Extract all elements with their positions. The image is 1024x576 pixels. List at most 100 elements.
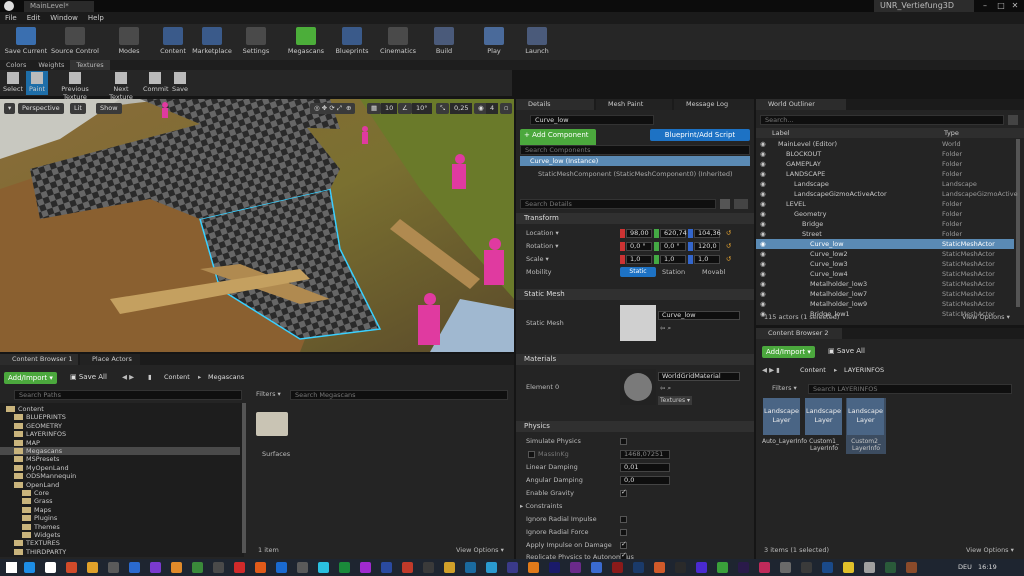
visibility-eye-icon[interactable]: ◉ [760,309,766,319]
menu-help[interactable]: Help [83,12,109,24]
outliner-row[interactable]: ◉ Metalholder_low9 StaticMeshActor [756,299,1014,309]
add-import-button[interactable]: Add/Import ▾ [4,372,57,384]
taskbar-app-icon[interactable] [528,562,539,573]
taskbar-app-icon[interactable] [843,562,854,573]
taskbar-app-icon[interactable] [150,562,161,573]
constraints-label[interactable]: ▸ Constraints [520,502,562,511]
taskbar-app-icon[interactable] [717,562,728,573]
layerinfo-asset[interactable]: Landscape Layer Custom2_ LayerInfo [846,398,886,454]
search-paths-input[interactable]: Search Paths [14,390,242,400]
taskbar-app-icon[interactable] [738,562,749,573]
transform-section[interactable]: Transform [516,213,754,224]
outliner-row[interactable]: ◉ LEVEL Folder [756,199,1014,209]
taskbar-app-icon[interactable] [465,562,476,573]
visibility-eye-icon[interactable]: ◉ [760,229,766,239]
folder-tree-item[interactable]: GEOMETRY [0,422,240,430]
visibility-eye-icon[interactable]: ◉ [760,219,766,229]
view-options-button[interactable]: View Options ▾ [456,546,504,555]
content-button[interactable]: Content [156,25,190,55]
taskbar-app-icon[interactable] [339,562,350,573]
static-mesh-thumbnail[interactable] [620,305,656,341]
taskbar-app-icon[interactable] [402,562,413,573]
paint-tool-select[interactable]: Select [2,71,24,95]
blueprints-button[interactable]: Blueprints [334,25,370,55]
transform-tools[interactable]: ◎ ✥ ⟳ ⤢ [310,103,346,114]
cb2-history-nav[interactable]: ◀ ▶ ▮ [762,366,780,375]
tab-mesh-paint[interactable]: Mesh Paint [596,99,672,110]
folder-tree-item[interactable]: THIRDPARTY [0,548,240,556]
grid-snap-icon[interactable]: ▦ [367,103,382,114]
paint-tool-next-texture[interactable]: Next Texture [102,71,140,101]
paint-tool-save[interactable]: Save [170,71,190,95]
visibility-eye-icon[interactable]: ◉ [760,169,766,179]
taskbar-app-icon[interactable] [192,562,203,573]
component-instance[interactable]: Curve_low (Instance) [520,156,750,166]
cb2-path-content[interactable]: Content [800,366,826,375]
rotation-label[interactable]: Rotation ▾ [526,242,559,251]
taskbar-app-icon[interactable] [822,562,833,573]
scale-z-field[interactable]: 1,0 [694,255,720,264]
outliner-row[interactable]: ◉ Metalholder_low7 StaticMeshActor [756,289,1014,299]
ignore-radial-force-checkbox[interactable] [620,529,627,536]
surfaces-folder-icon[interactable] [256,412,288,436]
cb2-path-layerinfos[interactable]: LAYERINFOS [844,366,884,375]
show-button[interactable]: Show [96,103,122,114]
megascans-button[interactable]: Megascans [286,25,326,55]
taskbar-app-icon[interactable] [864,562,875,573]
reset-location-icon[interactable]: ↺ [726,229,731,238]
rotation-x-field[interactable]: 0,0 ° [626,242,652,251]
paint-tool-commit[interactable]: Commit [143,71,169,95]
outliner-settings-icon[interactable] [1008,115,1018,125]
outliner-row[interactable]: ◉ Landscape Landscape [756,179,1014,189]
paint-tool-paint[interactable]: Paint [26,71,48,95]
tree-scrollbar[interactable] [242,403,246,553]
taskbar-app-icon[interactable] [171,562,182,573]
eye-icon[interactable] [734,199,748,209]
layerinfo-asset[interactable]: Landscape Layer Auto_LayerInfo [762,398,807,454]
taskbar-app-icon[interactable] [696,562,707,573]
scale-snap-icon[interactable]: ⤡ [436,103,450,114]
path-content[interactable]: Content [164,373,190,382]
apply-impulse-checkbox[interactable] [620,540,627,549]
scale-y-field[interactable]: 1,0 [660,255,686,264]
taskbar-app-icon[interactable] [87,562,98,573]
taskbar-app-icon[interactable] [108,562,119,573]
tab-world-outliner[interactable]: World Outliner [756,99,846,110]
windows-start-icon[interactable] [6,562,17,573]
outliner-row[interactable]: ◉ GAMEPLAY Folder [756,159,1014,169]
cinematics-button[interactable]: Cinematics [378,25,418,55]
taskbar-language[interactable]: DEU [958,563,972,572]
modes-button[interactable]: Modes [112,25,146,55]
rotation-z-field[interactable]: 120,0 [694,242,720,251]
cb2-filters-button[interactable]: Filters ▾ [772,384,797,393]
taskbar-app-icon[interactable] [360,562,371,573]
outliner-row[interactable]: ◉ LANDSCAPE Folder [756,169,1014,179]
location-y-field[interactable]: 620,74 [660,229,687,238]
scale-label[interactable]: Scale ▾ [526,255,549,264]
taskbar-app-icon[interactable] [507,562,518,573]
outliner-search-input[interactable]: Search... [760,115,1004,125]
linear-damping-field[interactable]: 0,01 [620,463,670,472]
location-label[interactable]: Location ▾ [526,229,559,238]
tab-weights[interactable]: Weights [32,60,70,70]
mass-checkbox[interactable] [528,451,535,458]
folder-tree-item[interactable]: BLUEPRINTS [0,413,240,421]
taskbar-app-icon[interactable] [759,562,770,573]
rotation-y-field[interactable]: 0,0 ° [660,242,686,251]
visibility-eye-icon[interactable]: ◉ [760,269,766,279]
save-current-button[interactable]: Save Current [4,25,48,55]
mobility-stationary-button[interactable]: Station [662,268,685,277]
taskbar-app-icon[interactable] [129,562,140,573]
taskbar-app-icon[interactable] [780,562,791,573]
folder-tree-item[interactable]: Core [0,489,240,497]
tab-details[interactable]: Details [516,99,594,110]
location-x-field[interactable]: 98,00 [626,229,652,238]
enable-gravity-checkbox[interactable] [620,488,627,497]
scale-snap-value[interactable]: 0,25 [450,103,473,114]
folder-tree-item[interactable]: MyOpenLand [0,464,240,472]
visibility-eye-icon[interactable]: ◉ [760,299,766,309]
visibility-eye-icon[interactable]: ◉ [760,259,766,269]
cb2-save-all-button[interactable]: ▣ Save All [828,347,865,356]
viewport-options-button[interactable]: ▾ [4,103,16,114]
mobility-static-button[interactable]: Static [620,267,656,277]
